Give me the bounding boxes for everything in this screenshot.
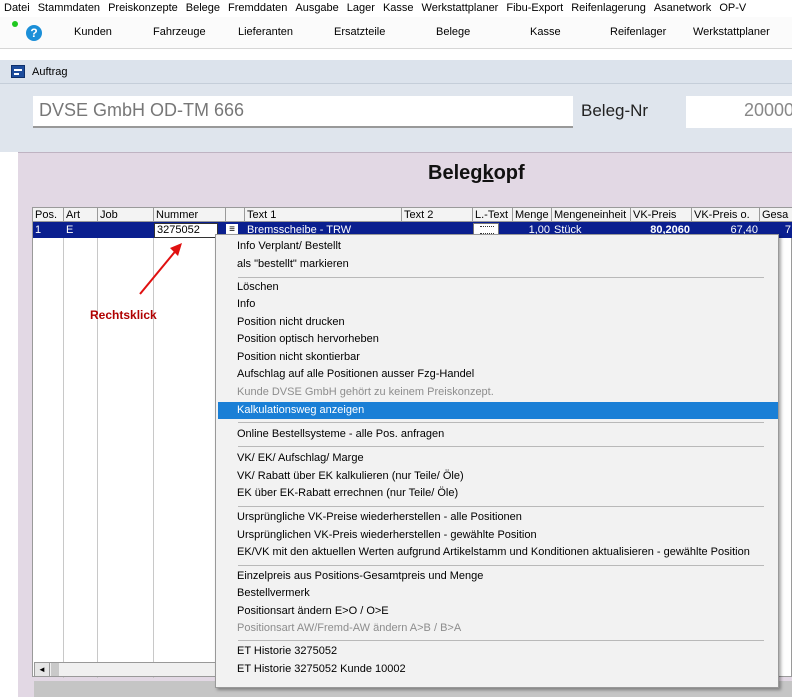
menu-preiskonzepte[interactable]: Preiskonzepte	[104, 0, 182, 17]
context-menu: Info Verplant/ Bestellt als "bestellt" m…	[215, 234, 779, 688]
toolbar-fahrzeuge-button[interactable]: Fahrzeuge	[153, 26, 206, 38]
menu-item-et-historie[interactable]: ET Historie 3275052	[218, 643, 778, 660]
menu-separator	[238, 277, 764, 278]
customer-field[interactable]: DVSE GmbH OD-TM 666	[33, 96, 573, 128]
menu-item-loeschen[interactable]: Löschen	[218, 279, 778, 296]
col-header-mengeneinheit[interactable]: Mengeneinheit	[552, 208, 631, 222]
col-header-blank[interactable]	[226, 208, 245, 222]
annotation-label: Rechtsklick	[90, 308, 157, 322]
menu-separator	[238, 565, 764, 566]
menu-stammdaten[interactable]: Stammdaten	[34, 0, 104, 17]
menu-item-bestellt-markieren[interactable]: als "bestellt" markieren	[218, 256, 778, 273]
toolbar-reifenlager-button[interactable]: Reifenlager	[610, 26, 666, 38]
menu-fremddaten[interactable]: Fremddaten	[224, 0, 291, 17]
toolbar-kunden-button[interactable]: Kunden	[74, 26, 112, 38]
col-header-vk-preis[interactable]: VK-Preis	[631, 208, 692, 222]
scroll-thumb[interactable]	[51, 663, 59, 676]
toolbar-lieferanten-button[interactable]: Lieferanten	[238, 26, 293, 38]
cell-job[interactable]	[98, 222, 154, 238]
menu-item-bestellvermerk[interactable]: Bestellvermerk	[218, 585, 778, 602]
menu-item-info-verplant[interactable]: Info Verplant/ Bestellt	[218, 238, 778, 255]
auftrag-window-icon	[11, 65, 25, 78]
menu-item-kalkulationsweg[interactable]: Kalkulationsweg anzeigen	[218, 402, 778, 419]
cell-pos[interactable]: 1	[33, 222, 64, 238]
cell-art[interactable]: E	[64, 222, 98, 238]
menu-ausgabe[interactable]: Ausgabe	[291, 0, 342, 17]
col-divider	[97, 238, 98, 678]
menu-separator	[238, 506, 764, 507]
menu-item-nicht-drucken[interactable]: Position nicht drucken	[218, 314, 778, 331]
status-dot-icon	[12, 21, 18, 27]
col-header-art[interactable]: Art	[64, 208, 98, 222]
col-header-job[interactable]: Job	[98, 208, 154, 222]
toolbar-ersatzteile-button[interactable]: Ersatzteile	[334, 26, 385, 38]
toolbar: ? Kunden Fahrzeuge Lieferanten Ersatztei…	[0, 17, 792, 49]
window-title: Auftrag	[32, 66, 68, 78]
menu-item-vk-position-wiederherstellen[interactable]: Ursprünglichen VK-Preis wiederherstellen…	[218, 527, 778, 544]
menu-item-vk-alle-wiederherstellen[interactable]: Ursprüngliche VK-Preise wiederherstellen…	[218, 509, 778, 526]
col-divider	[153, 238, 154, 678]
menu-asanetwork[interactable]: Asanetwork	[650, 0, 715, 17]
nummer-input[interactable]: 3275052	[154, 223, 218, 238]
col-header-pos[interactable]: Pos.	[33, 208, 64, 222]
menu-fibu-export[interactable]: Fibu-Export	[502, 0, 567, 17]
menu-separator	[238, 640, 764, 641]
menu-item-info[interactable]: Info	[218, 296, 778, 313]
col-header-vk-preis-o[interactable]: VK-Preis o.	[692, 208, 760, 222]
col-header-menge[interactable]: Menge	[513, 208, 552, 222]
menu-item-positionsart-eo[interactable]: Positionsart ändern E>O / O>E	[218, 603, 778, 620]
menu-item-ekvk-aktualisieren[interactable]: EK/VK mit den aktuellen Werten aufgrund …	[218, 544, 778, 561]
menu-op-v[interactable]: OP-V	[715, 0, 750, 17]
horizontal-scrollbar[interactable]: ◄	[34, 662, 216, 677]
menu-item-nicht-skontierbar[interactable]: Position nicht skontierbar	[218, 349, 778, 366]
menu-item-positionsart-ab: Positionsart AW/Fremd-AW ändern A>B / B>…	[237, 622, 462, 634]
menu-item-ek-rabatt[interactable]: EK über EK-Rabatt errechnen (nur Teile/ …	[218, 485, 778, 502]
menu-item-einzelpreis[interactable]: Einzelpreis aus Positions-Gesamtpreis un…	[218, 568, 778, 585]
toolbar-werkstattplaner-button[interactable]: Werkstattplaner	[693, 26, 770, 38]
menu-item-et-historie-kunde[interactable]: ET Historie 3275052 Kunde 10002	[218, 661, 778, 678]
menu-kasse[interactable]: Kasse	[379, 0, 418, 17]
menu-item-vk-rabatt[interactable]: VK/ Rabatt über EK kalkulieren (nur Teil…	[218, 468, 778, 485]
menu-separator	[238, 446, 764, 447]
menu-datei[interactable]: Datei	[0, 0, 34, 17]
toolbar-belege-button[interactable]: Belege	[436, 26, 470, 38]
col-header-nummer[interactable]: Nummer	[154, 208, 226, 222]
menu-item-vk-ek-marge[interactable]: VK/ EK/ Aufschlag/ Marge	[218, 450, 778, 467]
annotation-arrow-icon	[139, 243, 182, 295]
menu-item-preiskonzept-info: Kunde DVSE GmbH gehört zu keinem Preisko…	[237, 386, 494, 398]
menu-lager[interactable]: Lager	[343, 0, 379, 17]
col-header-text2[interactable]: Text 2	[402, 208, 473, 222]
menu-belege[interactable]: Belege	[182, 0, 224, 17]
help-icon[interactable]: ?	[26, 25, 42, 41]
col-divider	[63, 238, 64, 678]
menu-item-online-bestellsysteme[interactable]: Online Bestellsysteme - alle Pos. anfrag…	[218, 426, 778, 443]
menu-reifenlagerung[interactable]: Reifenlagerung	[567, 0, 650, 17]
col-header-text1[interactable]: Text 1	[245, 208, 402, 222]
menu-item-aufschlag[interactable]: Aufschlag auf alle Positionen ausser Fzg…	[218, 366, 778, 383]
section-title: Belegkopf	[428, 162, 525, 184]
col-header-ltext[interactable]: L.-Text	[473, 208, 513, 222]
menu-werkstattplaner[interactable]: Werkstattplaner	[418, 0, 503, 17]
beleg-nr-field[interactable]: 20000	[686, 96, 792, 128]
scroll-left-icon[interactable]: ◄	[35, 663, 50, 676]
toolbar-kasse-button[interactable]: Kasse	[530, 26, 561, 38]
beleg-nr-label: Beleg-Nr	[581, 101, 649, 120]
menu-item-optisch-hervorheben[interactable]: Position optisch hervorheben	[218, 331, 778, 348]
window-titlebar: Auftrag	[0, 60, 792, 84]
menu-bar: Datei Stammdaten Preiskonzepte Belege Fr…	[0, 0, 792, 17]
menu-separator	[238, 422, 764, 423]
col-header-gesamt[interactable]: Gesa	[760, 208, 792, 222]
